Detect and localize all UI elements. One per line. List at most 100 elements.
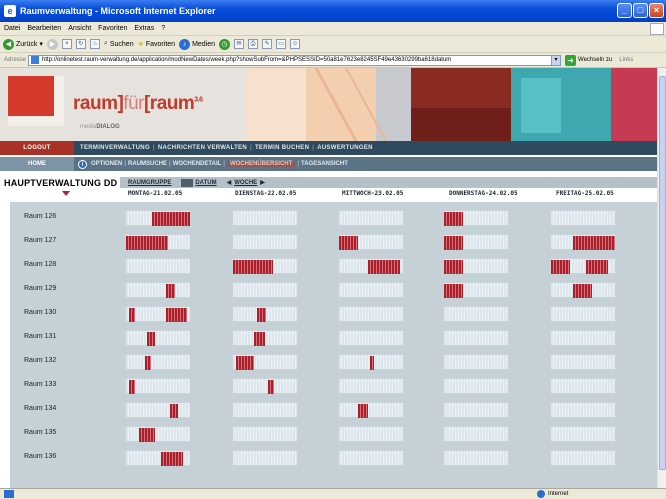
- calendar-icon[interactable]: [181, 178, 194, 187]
- booking-block[interactable]: [166, 284, 175, 298]
- day-slot-cell[interactable]: [338, 234, 404, 250]
- edit-icon[interactable]: ✎: [262, 39, 273, 49]
- scrollbar-thumb[interactable]: [659, 76, 666, 470]
- day-slot-cell[interactable]: [232, 234, 298, 250]
- booking-block[interactable]: [444, 260, 463, 274]
- booking-block[interactable]: [370, 356, 374, 370]
- day-slot-cell[interactable]: [125, 282, 191, 298]
- booking-block[interactable]: [358, 404, 368, 418]
- day-slot-cell[interactable]: [338, 330, 404, 346]
- refresh-icon[interactable]: ↻: [75, 39, 86, 49]
- day-slot-cell[interactable]: [550, 450, 616, 466]
- day-slot-cell[interactable]: [338, 210, 404, 226]
- booking-block[interactable]: [126, 236, 168, 250]
- day-slot-cell[interactable]: [443, 426, 509, 442]
- address-input[interactable]: http://onlinetest.raum-verwaltung.de/app…: [28, 54, 553, 66]
- minimize-button[interactable]: _: [617, 3, 632, 18]
- nav-termin-buchen[interactable]: TERMIN BUCHEN: [255, 145, 309, 151]
- day-slot-cell[interactable]: [125, 330, 191, 346]
- booking-block[interactable]: [444, 284, 463, 298]
- booking-block[interactable]: [444, 236, 463, 250]
- day-slot-cell[interactable]: [443, 282, 509, 298]
- week-next-icon[interactable]: ▶: [260, 179, 265, 186]
- booking-block[interactable]: [586, 260, 608, 274]
- day-slot-cell[interactable]: [443, 378, 509, 394]
- day-slot-cell[interactable]: [125, 306, 191, 322]
- booking-block[interactable]: [268, 380, 274, 394]
- location-title[interactable]: HAUPTVERWALTUNG DD: [4, 178, 117, 188]
- day-slot-cell[interactable]: [125, 258, 191, 274]
- subnav-wochendetail[interactable]: WOCHENDETAIL: [173, 161, 222, 167]
- day-slot-cell[interactable]: [338, 426, 404, 442]
- raumgruppe-link[interactable]: RAUMGRUPPE: [128, 180, 171, 186]
- datum-link[interactable]: DATUM: [195, 180, 216, 186]
- address-dropdown[interactable]: ▾: [552, 54, 562, 66]
- menu-favoriten[interactable]: Favoriten: [98, 25, 127, 32]
- menu-extras[interactable]: Extras: [134, 25, 154, 32]
- booking-block[interactable]: [444, 212, 463, 226]
- day-slot-cell[interactable]: [125, 234, 191, 250]
- day-slot-cell[interactable]: [232, 426, 298, 442]
- day-slot-cell[interactable]: [550, 306, 616, 322]
- booking-block[interactable]: [129, 308, 135, 322]
- booking-block[interactable]: [147, 332, 155, 346]
- day-slot-cell[interactable]: [550, 330, 616, 346]
- day-slot-cell[interactable]: [443, 354, 509, 370]
- nav-auswertungen[interactable]: AUSWERTUNGEN: [317, 145, 373, 151]
- booking-block[interactable]: [166, 308, 187, 322]
- print-icon[interactable]: ⎙: [248, 39, 259, 49]
- day-slot-cell[interactable]: [443, 450, 509, 466]
- day-slot-cell[interactable]: [338, 378, 404, 394]
- booking-block[interactable]: [573, 284, 592, 298]
- menu-datei[interactable]: Datei: [4, 25, 20, 32]
- menu-ansicht[interactable]: Ansicht: [68, 25, 91, 32]
- booking-block[interactable]: [170, 404, 178, 418]
- booking-block[interactable]: [233, 260, 273, 274]
- info-icon[interactable]: i: [78, 159, 87, 169]
- day-slot-cell[interactable]: [550, 258, 616, 274]
- subnav-raumsuche[interactable]: RAUMSUCHE: [128, 161, 167, 167]
- day-slot-cell[interactable]: [338, 258, 404, 274]
- day-slot-cell[interactable]: [550, 402, 616, 418]
- booking-block[interactable]: [573, 236, 615, 250]
- day-slot-cell[interactable]: [550, 234, 616, 250]
- day-slot-cell[interactable]: [125, 210, 191, 226]
- history-icon[interactable]: ◷: [219, 38, 231, 50]
- close-button[interactable]: ×: [649, 3, 664, 18]
- day-slot-cell[interactable]: [125, 450, 191, 466]
- day-slot-cell[interactable]: [550, 378, 616, 394]
- day-slot-cell[interactable]: [443, 210, 509, 226]
- day-slot-cell[interactable]: [338, 402, 404, 418]
- day-slot-cell[interactable]: [550, 354, 616, 370]
- day-slot-cell[interactable]: [338, 306, 404, 322]
- subnav-optionen[interactable]: OPTIONEN: [91, 161, 122, 167]
- day-slot-cell[interactable]: [550, 426, 616, 442]
- day-slot-cell[interactable]: [125, 378, 191, 394]
- folder-icon[interactable]: ▭: [276, 39, 287, 49]
- menu-help[interactable]: ?: [161, 25, 165, 32]
- messenger-icon[interactable]: ☺: [290, 39, 301, 49]
- day-slot-cell[interactable]: [232, 258, 298, 274]
- home-icon[interactable]: ⌂: [89, 39, 100, 49]
- home-button[interactable]: HOME: [0, 157, 74, 171]
- nav-nachrichten[interactable]: NACHRICHTEN VERWALTEN: [158, 145, 247, 151]
- back-button[interactable]: ◀ Zurück ▾: [3, 38, 43, 50]
- day-slot-cell[interactable]: [443, 234, 509, 250]
- day-slot-cell[interactable]: [338, 282, 404, 298]
- day-slot-cell[interactable]: [232, 402, 298, 418]
- booking-block[interactable]: [339, 236, 358, 250]
- day-slot-cell[interactable]: [232, 450, 298, 466]
- week-prev-icon[interactable]: ◀: [227, 179, 232, 186]
- favorites-button[interactable]: ★ Favoriten: [138, 40, 175, 49]
- day-slot-cell[interactable]: [232, 354, 298, 370]
- day-slot-cell[interactable]: [550, 210, 616, 226]
- mail-icon[interactable]: ✉: [234, 39, 245, 49]
- day-slot-cell[interactable]: [338, 354, 404, 370]
- woche-link[interactable]: WOCHE: [234, 180, 257, 186]
- forward-button[interactable]: ▶: [46, 38, 58, 50]
- day-slot-cell[interactable]: [443, 330, 509, 346]
- day-slot-cell[interactable]: [443, 306, 509, 322]
- nav-terminverwaltung[interactable]: TERMINVERWALTUNG: [80, 145, 150, 151]
- booking-block[interactable]: [254, 332, 265, 346]
- day-slot-cell[interactable]: [125, 426, 191, 442]
